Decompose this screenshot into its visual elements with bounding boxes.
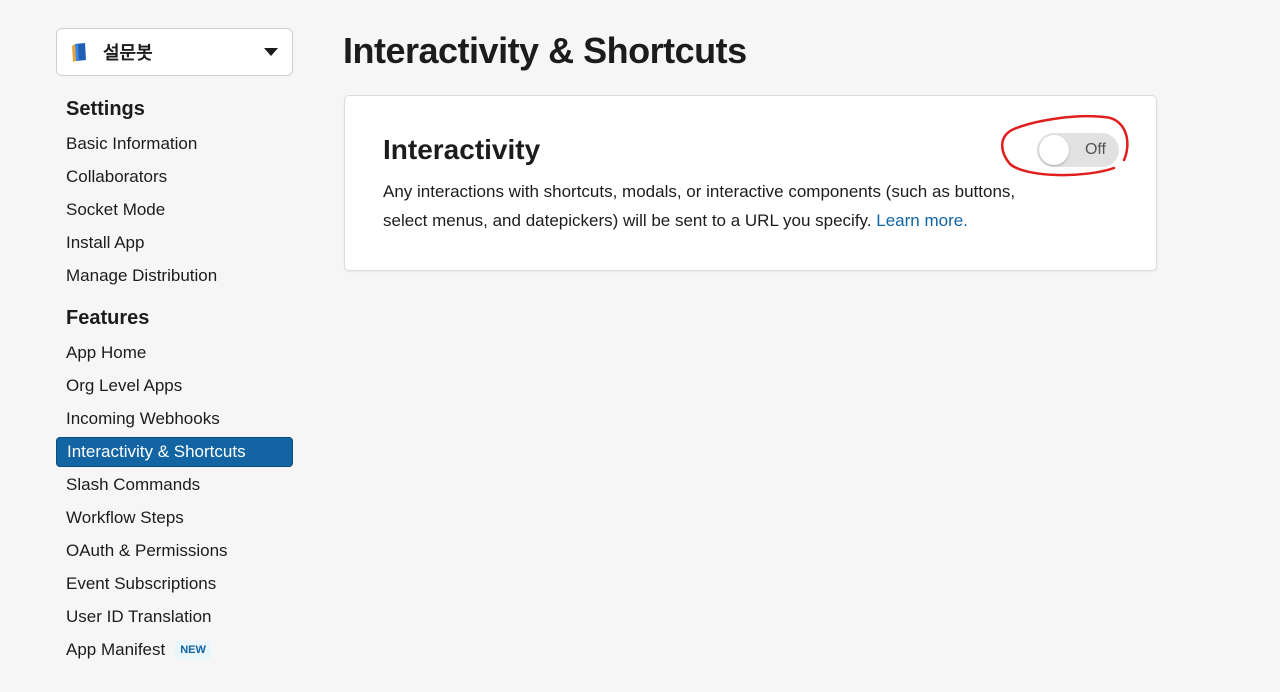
sidebar-item-socket-mode[interactable]: Socket Mode bbox=[56, 195, 293, 225]
sidebar-item-label: App Manifest bbox=[66, 640, 166, 659]
features-nav: App Home Org Level Apps Incoming Webhook… bbox=[56, 338, 293, 665]
sidebar-item-oauth-permissions[interactable]: OAuth & Permissions bbox=[56, 536, 293, 566]
sidebar-item-org-level-apps[interactable]: Org Level Apps bbox=[56, 371, 293, 401]
sidebar-item-basic-information[interactable]: Basic Information bbox=[56, 129, 293, 159]
sidebar-item-app-home[interactable]: App Home bbox=[56, 338, 293, 368]
interactivity-toggle[interactable]: Off bbox=[1037, 133, 1119, 167]
sidebar-item-app-manifest[interactable]: App Manifest NEW bbox=[56, 635, 293, 665]
sidebar-item-event-subscriptions[interactable]: Event Subscriptions bbox=[56, 569, 293, 599]
sidebar-item-interactivity-shortcuts[interactable]: Interactivity & Shortcuts bbox=[56, 437, 293, 467]
notebook-icon bbox=[69, 41, 91, 63]
app-selector-dropdown[interactable]: 설문봇 bbox=[56, 28, 293, 76]
caret-down-icon[interactable] bbox=[264, 48, 278, 56]
toggle-knob bbox=[1039, 135, 1069, 165]
page-title: Interactivity & Shortcuts bbox=[343, 30, 747, 71]
sidebar-item-workflow-steps[interactable]: Workflow Steps bbox=[56, 503, 293, 533]
toggle-state-label: Off bbox=[1084, 141, 1106, 158]
section-title-settings: Settings bbox=[66, 98, 145, 120]
sidebar-item-collaborators[interactable]: Collaborators bbox=[56, 162, 293, 192]
app-name: 설문봇 bbox=[103, 43, 153, 63]
learn-more-link[interactable]: Learn more. bbox=[876, 211, 968, 230]
sidebar-item-incoming-webhooks[interactable]: Incoming Webhooks bbox=[56, 404, 293, 434]
sidebar-item-user-id-translation[interactable]: User ID Translation bbox=[56, 602, 293, 632]
sidebar-item-manage-distribution[interactable]: Manage Distribution bbox=[56, 261, 293, 291]
card-title: Interactivity bbox=[383, 134, 541, 165]
interactivity-card: Interactivity Any interactions with shor… bbox=[344, 95, 1157, 271]
sidebar: 설문봇 Settings Basic Information Collabora… bbox=[56, 28, 293, 668]
settings-nav: Basic Information Collaborators Socket M… bbox=[56, 129, 293, 291]
section-title-features: Features bbox=[66, 307, 150, 329]
sidebar-item-install-app[interactable]: Install App bbox=[56, 228, 293, 258]
card-description: Any interactions with shortcuts, modals,… bbox=[383, 177, 1063, 235]
sidebar-item-slash-commands[interactable]: Slash Commands bbox=[56, 470, 293, 500]
new-badge: NEW bbox=[175, 641, 211, 659]
